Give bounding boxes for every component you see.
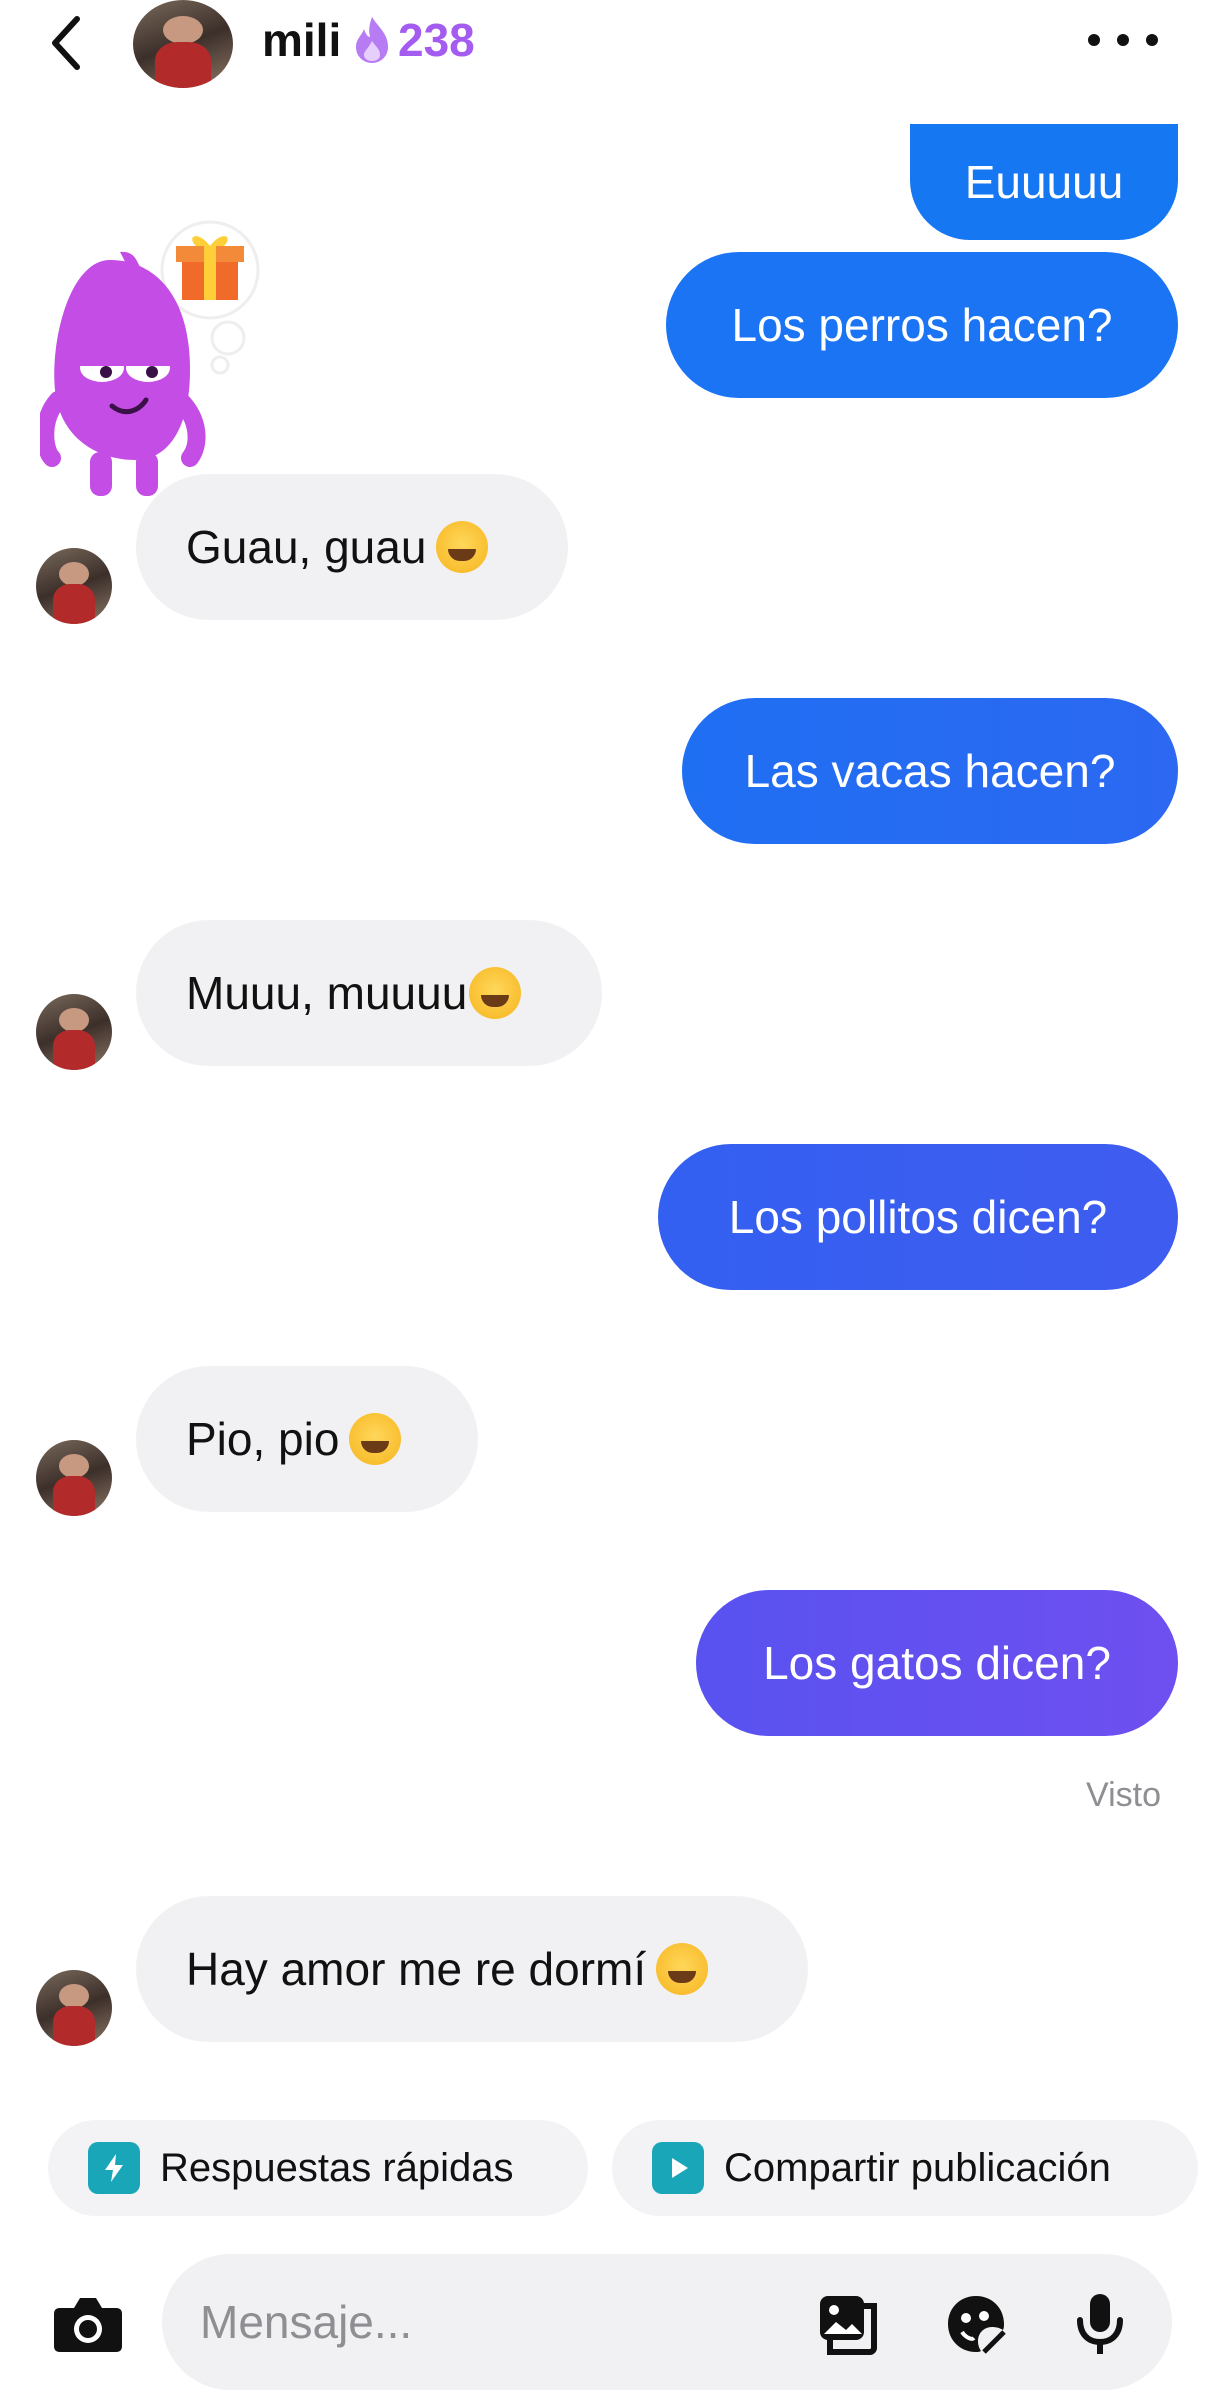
message-composer: [162, 2254, 1172, 2390]
message-text: Los pollitos dicen?: [728, 1191, 1108, 1243]
quick-replies-label: Respuestas rápidas: [160, 2145, 514, 2190]
voice-button[interactable]: [1068, 2292, 1132, 2356]
contact-avatar-small[interactable]: [36, 1440, 112, 1516]
contact-avatar-small[interactable]: [36, 1970, 112, 2046]
message-bubble-outgoing[interactable]: Los pollitos dicen?: [658, 1144, 1178, 1290]
mascot-sticker[interactable]: [36, 220, 270, 510]
chat-screen: mili 238 Euuuuu Los perros hacen? Guau, …: [0, 0, 1220, 2408]
gallery-icon: [820, 2296, 877, 2355]
more-options-button[interactable]: [1088, 20, 1158, 60]
grinning-squint-emoji-icon: [349, 1413, 402, 1465]
message-bubble-incoming[interactable]: Pio, pio: [136, 1366, 478, 1512]
sticker-icon: [948, 2296, 1006, 2354]
message-text: Las vacas hacen?: [744, 745, 1116, 797]
quick-replies-button[interactable]: Respuestas rápidas: [48, 2120, 588, 2216]
camera-icon: [54, 2298, 122, 2352]
message-text: Guau, guau: [186, 521, 427, 573]
lightning-chat-icon: [88, 2142, 140, 2194]
laughing-emoji-icon: [436, 521, 489, 573]
message-bubble-outgoing[interactable]: Euuuuu: [910, 124, 1178, 240]
gallery-button[interactable]: [816, 2292, 880, 2356]
chevron-left-icon: [52, 16, 80, 70]
message-text: Los perros hacen?: [731, 299, 1113, 351]
message-bubble-incoming[interactable]: Hay amor me re dormí: [136, 1896, 808, 2042]
message-bubble-outgoing[interactable]: Los gatos dicen?: [696, 1590, 1178, 1736]
more-horizontal-icon: [1088, 34, 1100, 46]
play-square-icon: [652, 2142, 704, 2194]
chat-header: mili 238: [0, 0, 1220, 90]
message-bubble-outgoing[interactable]: Las vacas hacen?: [682, 698, 1178, 844]
message-text: Muuu, muuuu: [186, 967, 468, 1019]
message-text: Euuuuu: [964, 156, 1124, 208]
seen-status: Visto: [1086, 1776, 1161, 1814]
camera-button[interactable]: [50, 2286, 126, 2362]
message-input[interactable]: [200, 2284, 800, 2360]
contact-avatar[interactable]: [133, 0, 233, 88]
message-text: Los gatos dicen?: [763, 1637, 1111, 1689]
contact-avatar-small[interactable]: [36, 994, 112, 1070]
sticker-button[interactable]: [944, 2292, 1008, 2356]
message-bubble-incoming[interactable]: Muuu, muuuu: [136, 920, 602, 1066]
message-bubble-incoming[interactable]: Guau, guau: [136, 474, 568, 620]
back-button[interactable]: [40, 8, 90, 78]
message-text: Pio, pio: [186, 1413, 340, 1465]
share-post-label: Compartir publicación: [724, 2145, 1111, 2190]
eye-roll-emoji-icon: [469, 967, 522, 1019]
contact-name[interactable]: mili: [262, 12, 341, 68]
flame-icon: [356, 17, 388, 63]
contact-avatar-small[interactable]: [36, 548, 112, 624]
streak-count: 238: [398, 14, 475, 66]
monster-gift-sticker: [36, 220, 260, 496]
streak-badge[interactable]: 238: [352, 10, 475, 70]
message-text: Hay amor me re dormí: [186, 1943, 647, 1995]
microphone-icon: [1077, 2294, 1123, 2354]
laughing-emoji-icon: [656, 1943, 709, 1995]
message-bubble-outgoing[interactable]: Los perros hacen?: [666, 252, 1178, 398]
share-post-button[interactable]: Compartir publicación: [612, 2120, 1198, 2216]
